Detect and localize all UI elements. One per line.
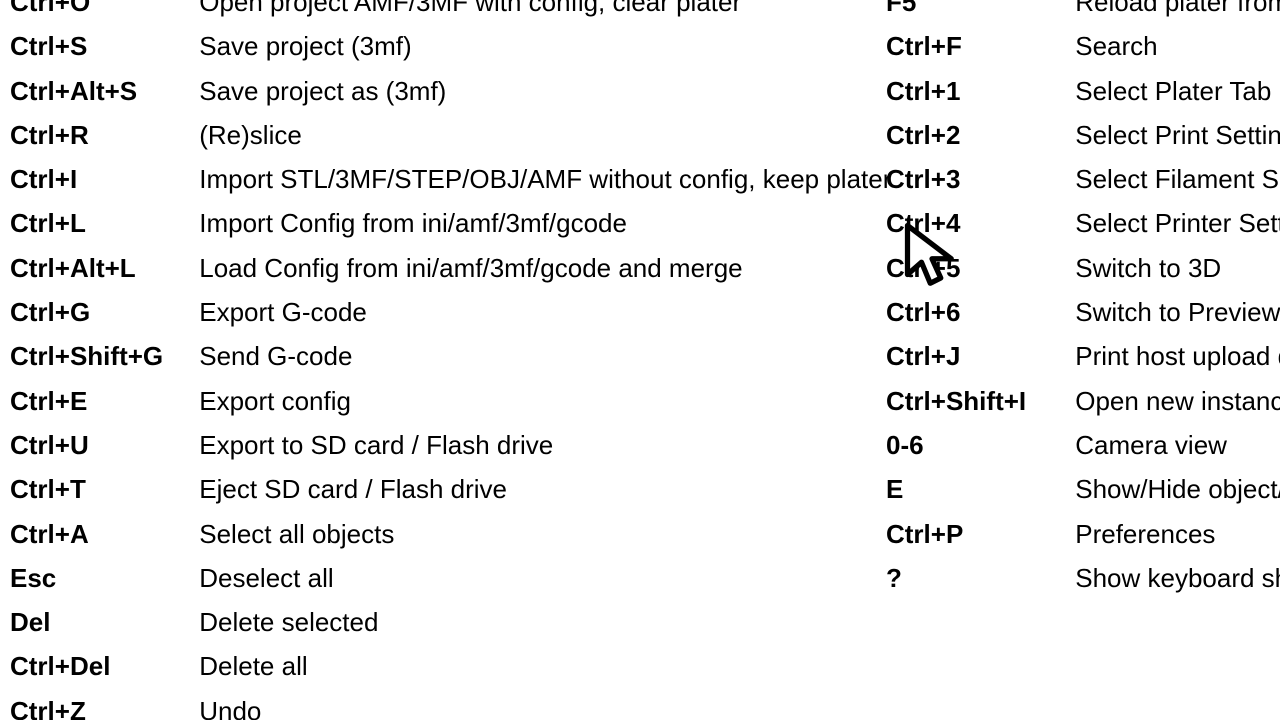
shortcut-row: Del Delete selected: [10, 600, 880, 644]
shortcut-row: Ctrl+J Print host upload queue: [886, 334, 1280, 378]
shortcut-row: E Show/Hide object/instance labels: [886, 467, 1280, 511]
shortcut-desc: Eject SD card / Flash drive: [199, 467, 507, 511]
shortcut-key: Ctrl+Z: [10, 689, 192, 720]
shortcut-desc: Select all objects: [199, 512, 394, 556]
shortcut-desc: Open project AMF/3MF with config, clear …: [199, 0, 741, 24]
shortcut-row: Ctrl+P Preferences: [886, 512, 1280, 556]
shortcut-key: ?: [886, 556, 1068, 600]
shortcut-row: Ctrl+5 Switch to 3D: [886, 246, 1280, 290]
shortcut-key: Ctrl+6: [886, 290, 1068, 334]
shortcut-desc: Delete selected: [199, 600, 378, 644]
shortcut-key: E: [886, 467, 1068, 511]
shortcut-row: Ctrl+R (Re)slice: [10, 113, 880, 157]
shortcut-row: Ctrl+I Import STL/3MF/STEP/OBJ/AMF witho…: [10, 157, 880, 201]
shortcut-key: Ctrl+Del: [10, 644, 192, 688]
shortcut-row: Ctrl+3 Select Filament Settings Tab: [886, 157, 1280, 201]
shortcut-desc: (Re)slice: [199, 113, 302, 157]
shortcut-desc: Switch to Preview: [1075, 290, 1280, 334]
shortcut-key: Del: [10, 600, 192, 644]
shortcut-row: Ctrl+4 Select Printer Settings Tab: [886, 201, 1280, 245]
shortcut-key: Ctrl+P: [886, 512, 1068, 556]
shortcut-row: Ctrl+L Import Config from ini/amf/3mf/gc…: [10, 201, 880, 245]
shortcut-desc: Print host upload queue: [1075, 334, 1280, 378]
shortcut-row: Esc Deselect all: [10, 556, 880, 600]
shortcut-row: Ctrl+2 Select Print Settings Tab: [886, 113, 1280, 157]
shortcut-row: Ctrl+G Export G-code: [10, 290, 880, 334]
shortcut-key: Ctrl+3: [886, 157, 1068, 201]
shortcut-desc: Open new instance: [1075, 379, 1280, 423]
shortcut-row: Ctrl+Shift+G Send G-code: [10, 334, 880, 378]
shortcut-key: Ctrl+2: [886, 113, 1068, 157]
shortcut-desc: Undo: [199, 689, 261, 720]
shortcut-desc: Switch to 3D: [1075, 246, 1221, 290]
shortcut-desc: Show/Hide object/instance labels: [1075, 467, 1280, 511]
shortcut-desc: Load Config from ini/amf/3mf/gcode and m…: [199, 246, 742, 290]
shortcut-row: Ctrl+Alt+S Save project as (3mf): [10, 69, 880, 113]
shortcut-key: Ctrl+T: [10, 467, 192, 511]
shortcut-desc: Send G-code: [199, 334, 352, 378]
shortcut-desc: Save project (3mf): [199, 24, 411, 68]
shortcut-row: Ctrl+A Select all objects: [10, 512, 880, 556]
shortcut-desc: Save project as (3mf): [199, 69, 446, 113]
shortcut-key: Ctrl+I: [10, 157, 192, 201]
shortcut-desc: Select Plater Tab: [1075, 69, 1271, 113]
shortcut-desc: Camera view: [1075, 423, 1227, 467]
shortcut-key: Ctrl+U: [10, 423, 192, 467]
shortcut-desc: Reload plater from disk: [1075, 0, 1280, 24]
shortcut-key: 0-6: [886, 423, 1068, 467]
shortcut-list-page: Ctrl+O Open project AMF/3MF with config,…: [0, 0, 1280, 720]
shortcut-desc: Delete all: [199, 644, 307, 688]
shortcut-row: Ctrl+Alt+L Load Config from ini/amf/3mf/…: [10, 246, 880, 290]
shortcut-key: Ctrl+O: [10, 0, 192, 24]
shortcut-desc: Search: [1075, 24, 1157, 68]
shortcut-desc: Import STL/3MF/STEP/OBJ/AMF without conf…: [199, 157, 891, 201]
shortcut-desc: Import Config from ini/amf/3mf/gcode: [199, 201, 627, 245]
shortcut-key: Ctrl+S: [10, 24, 192, 68]
shortcut-desc: Preferences: [1075, 512, 1215, 556]
shortcut-column-right: F5 Reload plater from disk Ctrl+F Search…: [886, 0, 1280, 600]
shortcut-desc: Select Print Settings Tab: [1075, 113, 1280, 157]
shortcut-desc: Export G-code: [199, 290, 367, 334]
shortcut-key: Ctrl+5: [886, 246, 1068, 290]
shortcut-desc: Deselect all: [199, 556, 333, 600]
shortcut-key: Ctrl+F: [886, 24, 1068, 68]
shortcut-key: Ctrl+J: [886, 334, 1068, 378]
shortcut-key: Ctrl+1: [886, 69, 1068, 113]
shortcut-row: Ctrl+E Export config: [10, 379, 880, 423]
shortcut-key: Ctrl+Alt+S: [10, 69, 192, 113]
shortcut-row: ? Show keyboard shortcuts: [886, 556, 1280, 600]
shortcut-key: Ctrl+Shift+G: [10, 334, 192, 378]
shortcut-row: Ctrl+1 Select Plater Tab: [886, 69, 1280, 113]
shortcut-desc: Export config: [199, 379, 351, 423]
shortcut-key: F5: [886, 0, 1068, 24]
shortcut-row: Ctrl+6 Switch to Preview: [886, 290, 1280, 334]
shortcut-row: Ctrl+O Open project AMF/3MF with config,…: [10, 0, 880, 24]
shortcut-row: Ctrl+U Export to SD card / Flash drive: [10, 423, 880, 467]
shortcut-row: Ctrl+Z Undo: [10, 689, 880, 720]
shortcut-key: Ctrl+Alt+L: [10, 246, 192, 290]
shortcut-key: Ctrl+Shift+I: [886, 379, 1068, 423]
shortcut-desc: Select Filament Settings Tab: [1075, 157, 1280, 201]
shortcut-key: Ctrl+4: [886, 201, 1068, 245]
shortcut-desc: Show keyboard shortcuts: [1075, 556, 1280, 600]
shortcut-row: Ctrl+T Eject SD card / Flash drive: [10, 467, 880, 511]
shortcut-desc: Export to SD card / Flash drive: [199, 423, 553, 467]
shortcut-key: Ctrl+E: [10, 379, 192, 423]
shortcut-row: 0-6 Camera view: [886, 423, 1280, 467]
shortcut-row: Ctrl+S Save project (3mf): [10, 24, 880, 68]
shortcut-row: Ctrl+Del Delete all: [10, 644, 880, 688]
shortcut-key: Ctrl+R: [10, 113, 192, 157]
shortcut-key: Esc: [10, 556, 192, 600]
shortcut-column-left: Ctrl+O Open project AMF/3MF with config,…: [10, 0, 880, 720]
shortcut-desc: Select Printer Settings Tab: [1075, 201, 1280, 245]
shortcut-key: Ctrl+A: [10, 512, 192, 556]
shortcut-row: F5 Reload plater from disk: [886, 0, 1280, 24]
shortcut-key: Ctrl+L: [10, 201, 192, 245]
shortcut-row: Ctrl+F Search: [886, 24, 1280, 68]
shortcut-key: Ctrl+G: [10, 290, 192, 334]
shortcut-row: Ctrl+Shift+I Open new instance: [886, 379, 1280, 423]
